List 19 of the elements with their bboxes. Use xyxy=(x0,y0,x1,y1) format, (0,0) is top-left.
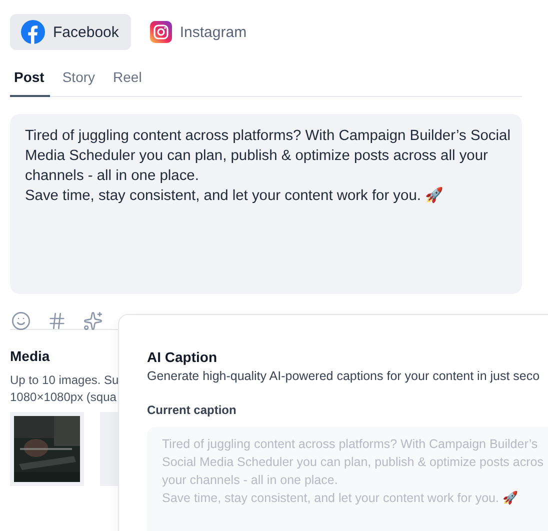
platform-tab[interactable]: Facebook xyxy=(10,14,131,50)
post-type-tab[interactable]: Story xyxy=(58,69,102,97)
facebook-icon xyxy=(21,20,45,44)
instagram-icon xyxy=(150,21,172,43)
media-description: 1080×1080px (squa xyxy=(10,389,118,406)
panel-title: AI Caption xyxy=(147,349,218,365)
media-description: Up to 10 images. Su xyxy=(10,372,119,389)
current-caption-field: Tired of juggling content across platforms? With Campaign Builder’s Social Media Scheduler you can plan, publish & optimize posts acros your channels - all in one place. Save time, stay consistent, and let your content work for you. 🚀 xyxy=(147,427,548,531)
hashtag-icon[interactable] xyxy=(47,311,67,331)
media-heading: Media xyxy=(10,348,50,364)
post-text-field[interactable]: Tired of juggling content across platforms? With Campaign Builder’s Social Media Scheduler you can plan, publish & optimize posts across all your channels - all in one place. Save time, stay consistent, and let your content work for you. 🚀 xyxy=(10,114,522,294)
platform-tab[interactable]: Instagram xyxy=(138,14,259,50)
field-label: Current caption xyxy=(147,403,238,417)
panel-subtitle: Generate high-quality AI-powered captions for your content in just seco xyxy=(147,369,541,383)
smiley-icon[interactable] xyxy=(11,311,31,331)
post-type-tab[interactable]: Reel xyxy=(109,69,148,97)
sparkles-icon[interactable] xyxy=(83,311,103,331)
media-thumbnail[interactable] xyxy=(10,412,84,486)
post-type-tab[interactable]: Post xyxy=(10,69,50,97)
